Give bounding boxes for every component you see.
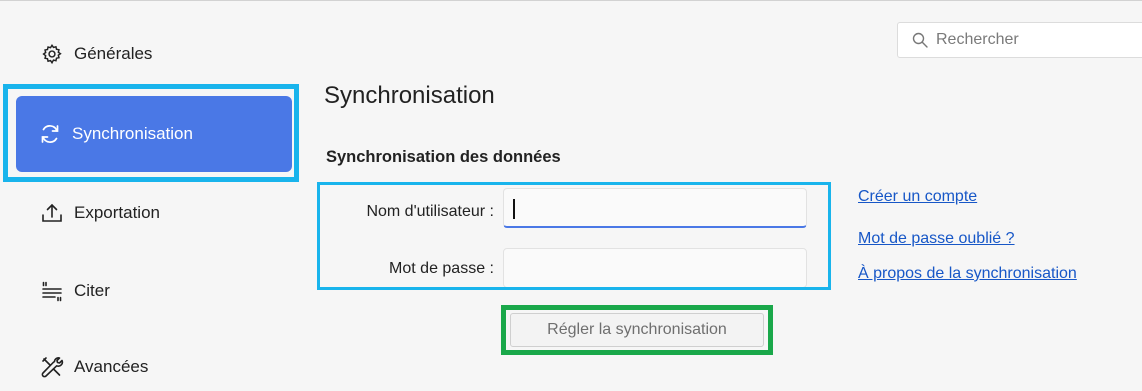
gear-icon (40, 42, 64, 66)
sidebar-item-label: Synchronisation (72, 124, 193, 143)
sidebar-item-label: Exportation (74, 203, 160, 222)
create-account-link[interactable]: Créer un compte (858, 188, 977, 206)
export-icon (40, 201, 64, 225)
cite-icon (40, 279, 64, 303)
sidebar-item-label: Avancées (74, 357, 149, 376)
sidebar-item-label: Générales (74, 44, 153, 63)
password-label: Mot de passe : (389, 260, 494, 277)
sync-icon (38, 122, 62, 146)
text-caret (513, 199, 515, 219)
page-title: Synchronisation (324, 82, 495, 109)
tools-icon (40, 355, 64, 379)
search-input[interactable] (934, 30, 1138, 50)
sidebar-item-citer[interactable]: Citer (16, 267, 292, 315)
sidebar-item-label: Citer (74, 281, 110, 300)
forgot-password-link[interactable]: Mot de passe oublié ? (858, 230, 1015, 248)
sidebar-item-exportation[interactable]: Exportation (16, 189, 292, 237)
password-field[interactable] (503, 248, 807, 288)
about-sync-link[interactable]: À propos de la synchronisation (858, 265, 1077, 283)
search-box[interactable] (897, 22, 1142, 58)
sidebar-item-synchronisation[interactable]: Synchronisation (16, 96, 292, 172)
search-icon (912, 32, 928, 48)
section-title: Synchronisation des données (326, 148, 561, 166)
username-field[interactable] (503, 188, 807, 228)
window-top-border (0, 0, 1142, 1)
username-label: Nom d'utilisateur : (366, 203, 494, 220)
sidebar-item-avancees[interactable]: Avancées (16, 343, 292, 391)
sidebar-item-generales[interactable]: Générales (16, 30, 292, 78)
setup-sync-button[interactable]: Régler la synchronisation (510, 313, 764, 347)
